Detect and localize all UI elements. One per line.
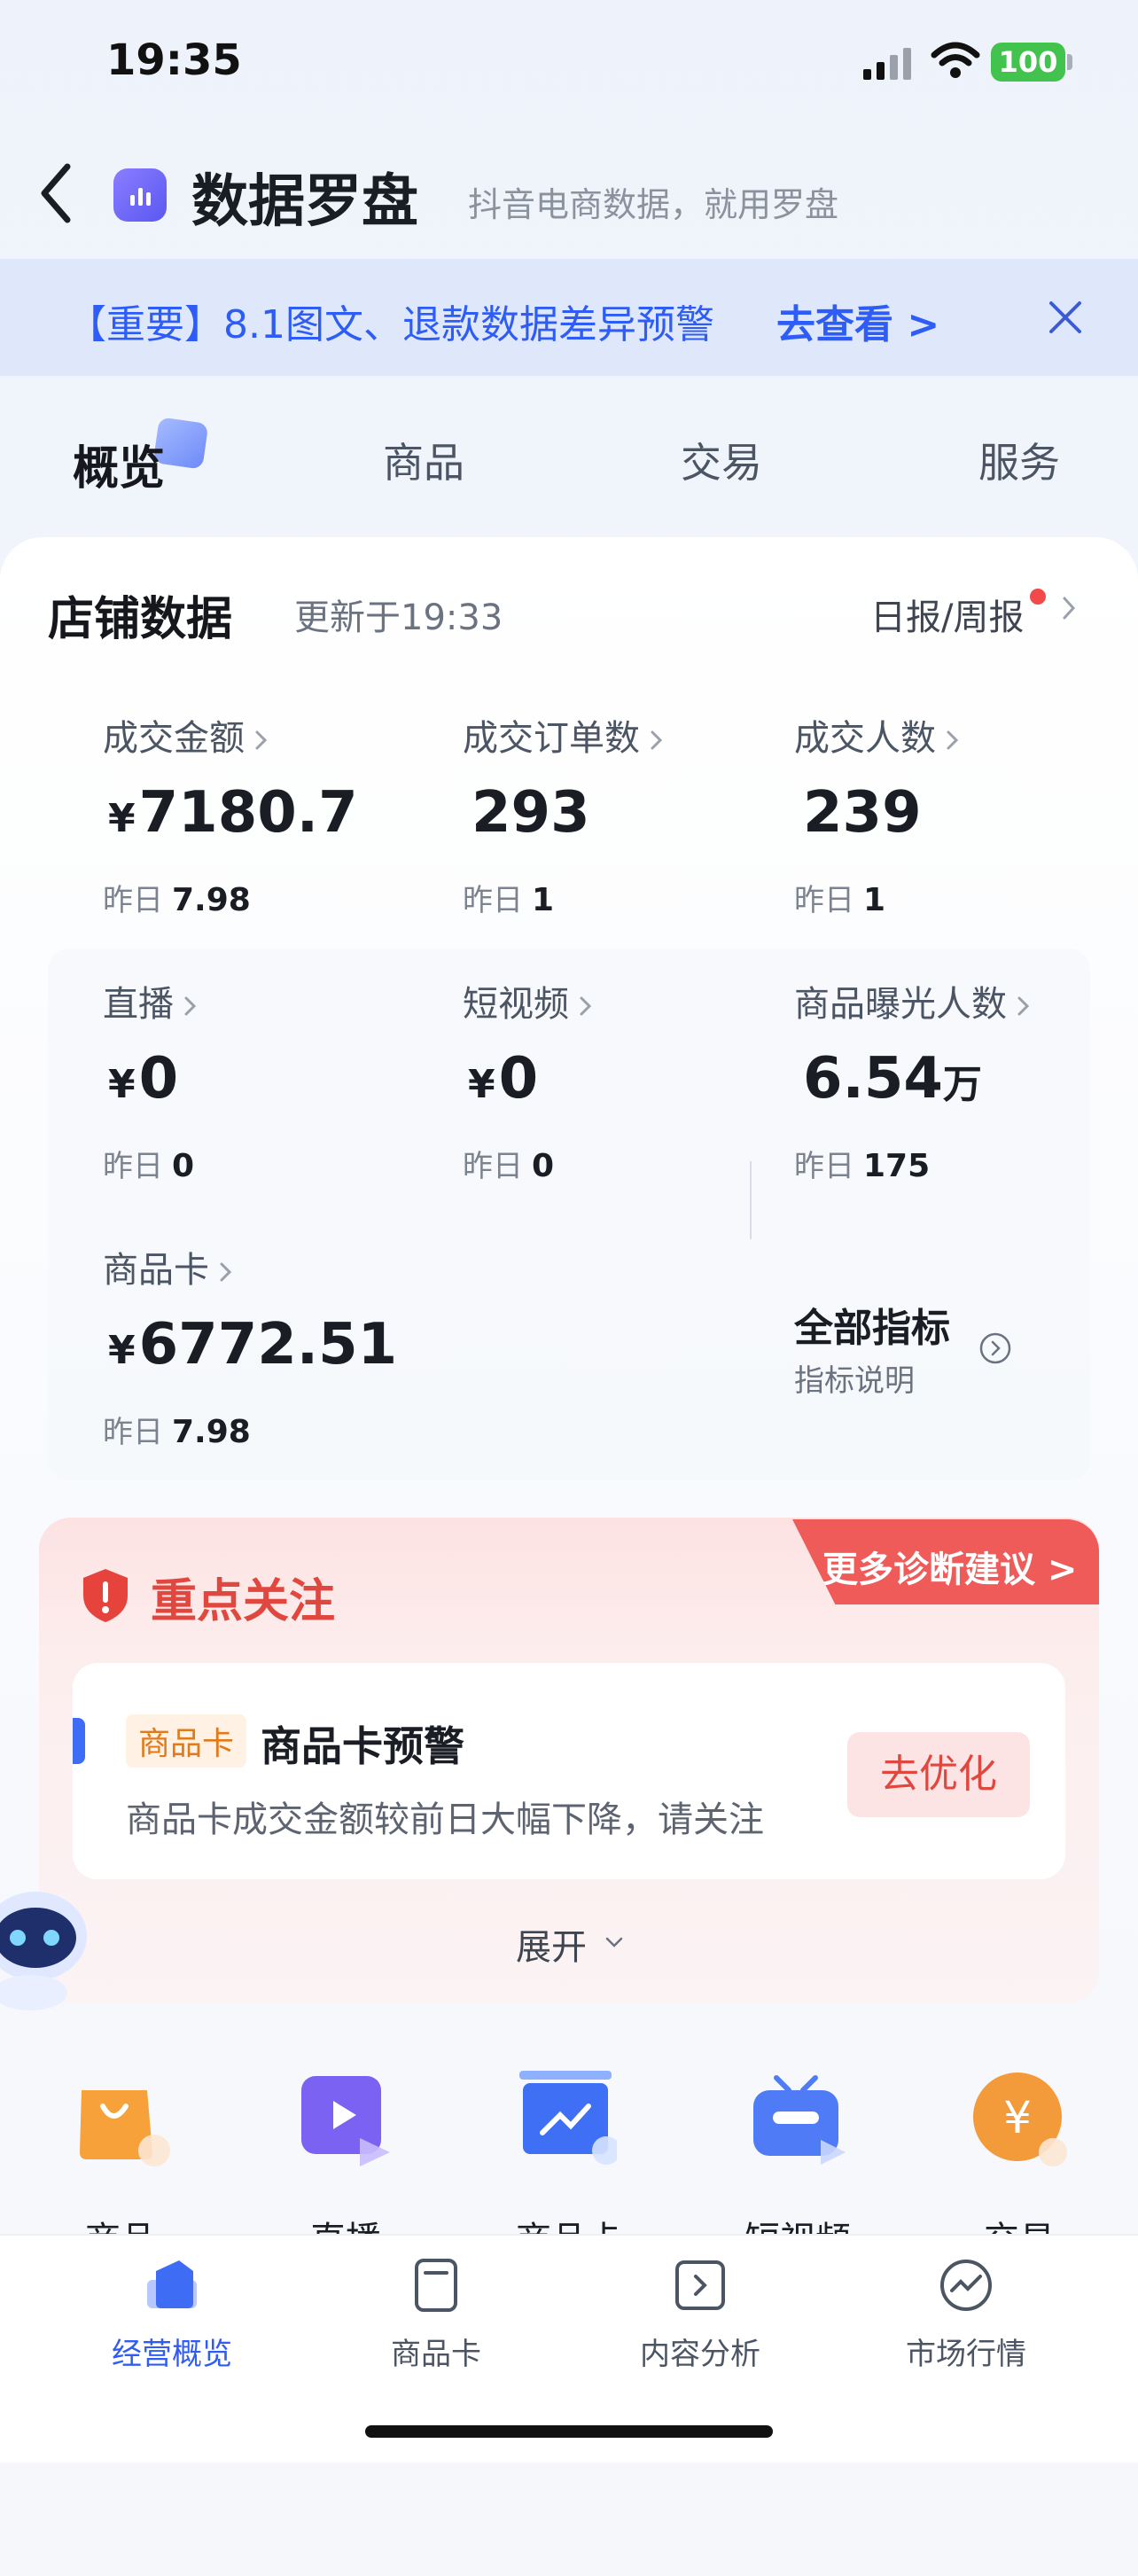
alert-title: 商品卡预警	[261, 1722, 464, 1770]
all-metrics-link[interactable]: 全部指标	[794, 1296, 950, 1353]
chevron-right-icon	[220, 1262, 232, 1282]
tab-transactions[interactable]: 交易	[681, 431, 762, 489]
nav-business-overview[interactable]: 经营概览	[39, 2257, 305, 2390]
divider	[750, 1161, 752, 1239]
short-video-shortcut-icon[interactable]	[750, 2071, 847, 2168]
nav-label: 市场行情	[906, 2337, 1026, 2372]
metric-label-short-video[interactable]: 短视频	[463, 975, 594, 1026]
focus-title: 重点关注	[151, 1575, 336, 1628]
chevron-circle-icon[interactable]	[978, 1331, 1012, 1365]
nav-label: 商品卡	[391, 2337, 481, 2372]
live-shortcut-icon[interactable]	[298, 2071, 395, 2168]
updated-time: 更新于19:33	[294, 597, 503, 638]
status-time: 19:35	[106, 35, 242, 85]
chevron-right-icon	[947, 730, 959, 750]
battery-tip	[1067, 54, 1072, 70]
trend-icon	[940, 2260, 992, 2311]
shield-alert-icon	[83, 1569, 128, 1622]
chevron-right-icon	[184, 996, 197, 1016]
metric-label-live[interactable]: 直播	[103, 975, 199, 1026]
home-overview-icon	[147, 2260, 197, 2308]
chevron-right-icon[interactable]	[1060, 594, 1078, 622]
home-indicator	[365, 2425, 773, 2438]
metric-label-order-count[interactable]: 成交订单数	[463, 709, 665, 761]
expand-button[interactable]: 展开	[516, 1918, 587, 1970]
chevron-right-icon	[651, 730, 663, 750]
metric-label-product-card[interactable]: 商品卡	[103, 1241, 234, 1292]
card-icon	[415, 2259, 457, 2312]
notification-dot	[1030, 589, 1046, 605]
metric-label-gmv[interactable]: 成交金额	[103, 709, 269, 761]
alert-indicator	[73, 1718, 85, 1764]
metric-value-short-video: ¥0	[468, 1046, 539, 1112]
tab-overview[interactable]: 概览	[73, 431, 165, 497]
metric-value-product-exposure: 6.54万	[803, 1046, 982, 1112]
product-card-shortcut-icon[interactable]	[519, 2071, 617, 2168]
product-shortcut-icon[interactable]	[73, 2071, 170, 2168]
battery-icon: 100	[991, 43, 1065, 82]
chevron-right-icon	[1017, 996, 1030, 1016]
notice-text: 【重要】8.1图文、退款数据差异预警	[67, 302, 714, 347]
alert-description: 商品卡成交金额较前日大幅下降，请关注	[126, 1799, 764, 1840]
chevron-right-icon	[255, 730, 268, 750]
app-title: 数据罗盘	[191, 169, 418, 235]
store-data-title: 店铺数据	[48, 593, 233, 646]
metric-prev-short-video: 昨日 0	[463, 1148, 555, 1184]
metric-label-product-exposure[interactable]: 商品曝光人数	[794, 975, 1032, 1026]
metric-prev-gmv: 昨日 7.98	[103, 882, 251, 918]
metric-value-order-count: 293	[472, 780, 590, 846]
tab-products[interactable]: 商品	[383, 431, 464, 489]
app-subtitle: 抖音电商数据，就用罗盘	[468, 185, 839, 224]
transaction-shortcut-icon[interactable]: ¥	[971, 2071, 1069, 2168]
back-icon[interactable]	[34, 158, 82, 229]
svg-text:¥: ¥	[1003, 2092, 1032, 2143]
nav-market-trends[interactable]: 市场行情	[833, 2257, 1099, 2390]
metric-prev-live: 昨日 0	[103, 1148, 195, 1184]
metric-value-gmv: ¥7180.7	[108, 780, 358, 846]
tab-service[interactable]: 服务	[978, 431, 1060, 489]
metric-label-buyer-count[interactable]: 成交人数	[794, 709, 961, 761]
metric-value-product-card: ¥6772.51	[108, 1312, 398, 1378]
nav-label: 经营概览	[112, 2337, 232, 2372]
diagnosis-link[interactable]: 更多诊断建议 >	[822, 1541, 1077, 1592]
metric-prev-product-exposure: 昨日 175	[794, 1148, 931, 1184]
notice-view-link[interactable]: 去查看 >	[776, 293, 939, 349]
metric-value-buyer-count: 239	[803, 780, 922, 846]
metric-explain-link[interactable]: 指标说明	[794, 1356, 915, 1400]
content-play-icon	[675, 2260, 725, 2310]
optimize-button[interactable]: 去优化	[847, 1732, 1030, 1817]
chevron-down-icon[interactable]	[604, 1936, 624, 1948]
chevron-right-icon	[580, 996, 592, 1016]
metric-prev-order-count: 昨日 1	[463, 882, 555, 918]
app-logo-icon	[113, 168, 167, 222]
nav-label: 内容分析	[640, 2337, 760, 2372]
metric-value-live: ¥0	[108, 1046, 179, 1112]
report-link[interactable]: 日报/周报	[870, 589, 1024, 640]
metric-prev-buyer-count: 昨日 1	[794, 882, 886, 918]
channel-metrics-panel	[48, 948, 1090, 1480]
alert-tag: 商品卡	[126, 1714, 247, 1768]
wifi-icon	[931, 42, 980, 78]
close-icon[interactable]	[1046, 298, 1085, 337]
nav-content-analysis[interactable]: 内容分析	[567, 2257, 833, 2390]
metric-prev-product-card: 昨日 7.98	[103, 1414, 251, 1450]
signal-icon	[863, 48, 911, 80]
robot-assistant-icon[interactable]	[0, 1881, 92, 2014]
nav-product-card[interactable]: 商品卡	[303, 2257, 569, 2390]
